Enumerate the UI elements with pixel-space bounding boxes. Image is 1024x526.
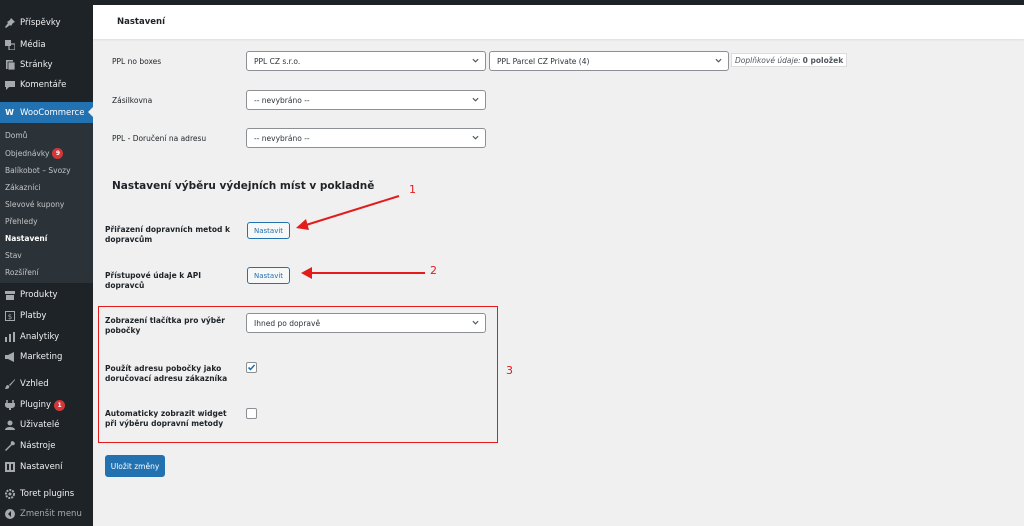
submenu-item-settings[interactable]: Nastavení xyxy=(5,231,47,245)
page-icon xyxy=(4,60,15,71)
chevron-down-icon xyxy=(472,58,479,63)
section-title: Nastavení výběru výdejních míst v poklad… xyxy=(112,180,375,192)
menu-item-label: Toret plugins xyxy=(20,489,75,499)
menu-item-label: Média xyxy=(20,40,46,50)
ppl-no-boxes-carrier-select[interactable]: PPL CZ s.r.o. xyxy=(246,51,486,71)
annotation-number-1: 1 xyxy=(409,183,416,196)
svg-text:$: $ xyxy=(7,313,11,321)
ppl-home-delivery-select[interactable]: -- nevybráno -- xyxy=(246,128,486,148)
menu-item-label: Uživatelé xyxy=(20,420,60,430)
ppl-no-boxes-label: PPL no boxes xyxy=(112,57,162,66)
menu-item-pages[interactable]: Stránky xyxy=(0,55,93,75)
zasilkovna-label: Zásilkovna xyxy=(112,96,153,105)
zasilkovna-select[interactable]: -- nevybráno -- xyxy=(246,90,486,110)
submenu-item-status[interactable]: Stav xyxy=(5,248,22,262)
settings-icon xyxy=(4,462,15,473)
media-icon xyxy=(4,40,15,51)
pin-icon xyxy=(4,18,15,29)
annotation-number-3: 3 xyxy=(506,364,513,377)
wrench-icon xyxy=(4,441,15,452)
comment-icon xyxy=(4,80,15,91)
submenu-item-coupons[interactable]: Slevové kupony xyxy=(5,197,64,211)
chevron-down-icon xyxy=(472,135,479,140)
menu-item-label: Marketing xyxy=(20,352,63,362)
menu-item-label: Vzhled xyxy=(20,379,49,389)
menu-collapse-button[interactable]: Zmenšit menu xyxy=(0,504,93,524)
menu-item-toret-plugins[interactable]: Toret plugins xyxy=(0,484,93,504)
menu-item-woocommerce[interactable]: W WooCommerce xyxy=(0,102,93,123)
assign-methods-button[interactable]: Nastavit xyxy=(247,222,291,239)
menu-item-posts[interactable]: Příspěvky xyxy=(0,13,93,33)
menu-item-appearance[interactable]: Vzhled xyxy=(0,374,93,394)
page-header: Nastavení xyxy=(93,5,1024,39)
menu-item-products[interactable]: Produkty xyxy=(0,285,93,305)
menu-item-label: WooCommerce xyxy=(20,107,85,118)
arrow-head-icon xyxy=(296,219,309,230)
woocommerce-submenu: Domů Objednávky 9 Balíkobot – Svozy Zákaz… xyxy=(0,123,93,283)
user-icon xyxy=(4,420,15,431)
save-changes-button[interactable]: Uložit změny xyxy=(105,455,165,477)
menu-item-label: Nastavení xyxy=(20,462,63,472)
megaphone-icon xyxy=(4,352,15,363)
menu-item-users[interactable]: Uživatelé xyxy=(0,415,93,435)
ppl-home-delivery-label: PPL - Doručení na adresu xyxy=(112,134,207,143)
menu-item-plugins[interactable]: Pluginy 1 xyxy=(0,395,93,415)
plugins-update-badge: 1 xyxy=(54,399,66,411)
submenu-item-extensions[interactable]: Rozšíření xyxy=(5,265,39,279)
chevron-down-icon xyxy=(472,97,479,102)
menu-item-label: Příspěvky xyxy=(20,18,61,28)
menu-item-label: Produkty xyxy=(20,290,58,300)
submenu-item-balikobot[interactable]: Balíkobot – Svozy xyxy=(5,163,71,177)
brush-icon xyxy=(4,379,15,390)
submenu-item-customers[interactable]: Zákazníci xyxy=(5,180,41,194)
ppl-no-boxes-service-select[interactable]: PPL Parcel CZ Private (4) xyxy=(489,51,729,71)
submenu-item-orders[interactable]: Objednávky 9 xyxy=(5,146,64,160)
submenu-item-reports[interactable]: Přehledy xyxy=(5,214,38,228)
extra-data-info[interactable]: Doplňkové údaje: 0 položek xyxy=(731,53,848,67)
collapse-icon xyxy=(4,509,15,520)
menu-item-label: Zmenšit menu xyxy=(20,509,82,519)
bar-chart-icon xyxy=(4,332,15,343)
menu-item-media[interactable]: Média xyxy=(0,35,93,55)
submenu-item-home[interactable]: Domů xyxy=(5,128,27,142)
menu-item-label: Analytiky xyxy=(20,332,60,342)
woocommerce-icon: W xyxy=(5,108,14,117)
plugin-icon xyxy=(4,400,15,411)
menu-item-payments[interactable]: $ Platby xyxy=(0,306,93,326)
chevron-down-icon xyxy=(715,58,722,63)
archive-icon xyxy=(4,290,15,301)
current-menu-arrow xyxy=(88,107,93,117)
annotation-highlight-box xyxy=(98,306,498,443)
api-access-button[interactable]: Nastavit xyxy=(247,267,291,284)
menu-item-label: Komentáře xyxy=(20,80,67,90)
menu-item-comments[interactable]: Komentáře xyxy=(0,75,93,95)
admin-sidebar: Příspěvky Média Stránky Komentáře W WooC… xyxy=(0,0,93,526)
menu-item-tools[interactable]: Nástroje xyxy=(0,436,93,456)
arrow-head-icon xyxy=(301,267,312,279)
menu-item-label: Nástroje xyxy=(20,441,56,451)
menu-item-label: Platby xyxy=(20,311,47,321)
menu-item-label: Pluginy xyxy=(20,400,52,410)
menu-item-analytics[interactable]: Analytiky xyxy=(0,327,93,347)
page-title: Nastavení xyxy=(117,17,165,27)
orders-count-badge: 9 xyxy=(52,147,64,159)
annotation-number-2: 2 xyxy=(430,264,437,277)
menu-item-settings[interactable]: Nastavení xyxy=(0,457,93,477)
assign-methods-label: Přiřazení dopravních metod k dopravcům xyxy=(105,225,230,244)
annotation-arrows xyxy=(296,195,425,279)
api-access-label: Přístupové údaje k API dopravců xyxy=(105,271,201,290)
menu-item-label: Stránky xyxy=(20,60,53,70)
dollar-icon: $ xyxy=(4,311,15,322)
menu-item-marketing[interactable]: Marketing xyxy=(0,347,93,367)
gear-icon xyxy=(4,489,15,500)
